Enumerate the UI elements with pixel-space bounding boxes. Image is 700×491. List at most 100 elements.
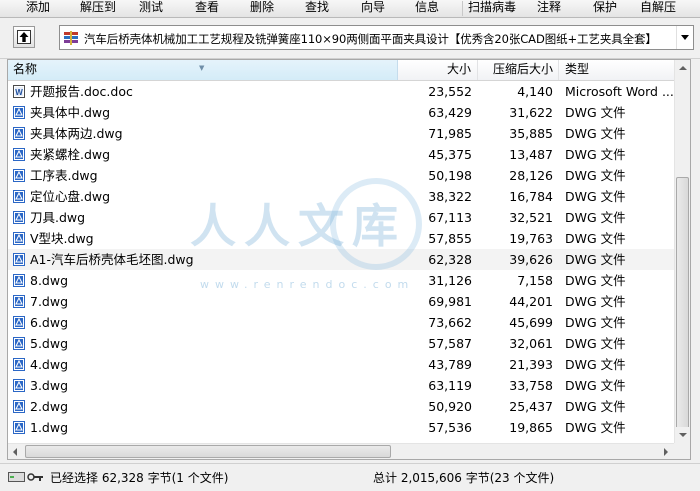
file-compressed-size: 4,140 bbox=[517, 84, 553, 99]
file-size: 73,662 bbox=[428, 315, 472, 330]
info-button[interactable]: 信息 bbox=[415, 0, 439, 16]
virus-scan-button[interactable]: 扫描病毒 bbox=[468, 0, 516, 16]
dwg-file-icon bbox=[13, 316, 25, 329]
dwg-file-icon bbox=[13, 337, 25, 350]
column-header-type[interactable]: 类型 bbox=[559, 60, 676, 80]
table-row[interactable]: 8.dwg 31,126 7,158 DWG 文件 bbox=[8, 270, 676, 291]
file-compressed-size: 19,763 bbox=[509, 231, 553, 246]
file-size: 43,789 bbox=[428, 357, 472, 372]
file-compressed-size: 39,626 bbox=[509, 252, 553, 267]
dwg-file-icon bbox=[13, 127, 25, 140]
file-type: DWG 文件 bbox=[565, 126, 626, 141]
file-type: DWG 文件 bbox=[565, 252, 626, 267]
test-button[interactable]: 测试 bbox=[139, 0, 163, 16]
table-row[interactable]: W 开题报告.doc.doc 23,552 4,140 Microsoft Word .… bbox=[8, 81, 676, 102]
add-button[interactable]: 添加 bbox=[26, 0, 50, 16]
dwg-file-icon bbox=[13, 295, 25, 308]
scroll-down-arrow-icon bbox=[679, 433, 687, 437]
column-header-compressed[interactable]: 压缩后大小 bbox=[478, 60, 559, 80]
address-path-text: 汽车后桥壳体机械加工工艺规程及铣弹簧座110×90两侧面平面夹具设计【优秀含20… bbox=[84, 32, 657, 46]
table-row[interactable]: 夹具体中.dwg 63,429 31,622 DWG 文件 bbox=[8, 102, 676, 123]
comment-button[interactable]: 注释 bbox=[537, 0, 561, 16]
svg-text:W: W bbox=[15, 88, 23, 97]
file-name: 刀具.dwg bbox=[30, 210, 86, 225]
table-row[interactable]: A1-汽车后桥壳体毛坯图.dwg 62,328 39,626 DWG 文件 bbox=[8, 249, 676, 270]
table-row[interactable]: 工序表.dwg 50,198 28,126 DWG 文件 bbox=[8, 165, 676, 186]
file-type: DWG 文件 bbox=[565, 105, 626, 120]
status-selected-text: 已经选择 62,328 字节(1 个文件) bbox=[50, 471, 229, 485]
table-row[interactable]: 2.dwg 50,920 25,437 DWG 文件 bbox=[8, 396, 676, 417]
file-type: DWG 文件 bbox=[565, 168, 626, 183]
column-header-name[interactable]: 名称 ▼ bbox=[8, 60, 398, 80]
scroll-down-button[interactable] bbox=[675, 427, 690, 443]
dwg-file-icon bbox=[13, 274, 25, 287]
dwg-file-icon bbox=[13, 379, 25, 392]
file-name: A1-汽车后桥壳体毛坯图.dwg bbox=[30, 252, 194, 267]
file-type: DWG 文件 bbox=[565, 189, 626, 204]
file-name: 5.dwg bbox=[30, 336, 69, 351]
table-row[interactable]: 夹紧螺栓.dwg 45,375 13,487 DWG 文件 bbox=[8, 144, 676, 165]
file-type: DWG 文件 bbox=[565, 399, 626, 414]
delete-button[interactable]: 删除 bbox=[250, 0, 274, 16]
file-compressed-size: 16,784 bbox=[509, 189, 553, 204]
horizontal-scrollbar[interactable] bbox=[8, 443, 676, 459]
file-size: 63,119 bbox=[428, 378, 472, 393]
up-folder-button[interactable] bbox=[13, 26, 35, 48]
file-name: 8.dwg bbox=[30, 273, 69, 288]
file-name: 1.dwg bbox=[30, 420, 69, 435]
horizontal-scroll-thumb[interactable] bbox=[25, 445, 391, 458]
view-button[interactable]: 查看 bbox=[195, 0, 219, 16]
table-row[interactable]: 夹具体两边.dwg 71,985 35,885 DWG 文件 bbox=[8, 123, 676, 144]
address-path-field[interactable]: 汽车后桥壳体机械加工工艺规程及铣弹簧座110×90两侧面平面夹具设计【优秀含20… bbox=[59, 25, 694, 50]
column-header-size[interactable]: 大小 bbox=[398, 60, 478, 80]
file-compressed-size: 32,061 bbox=[509, 336, 553, 351]
file-name: 4.dwg bbox=[30, 357, 69, 372]
find-button[interactable]: 查找 bbox=[305, 0, 329, 16]
scrollbar-corner bbox=[674, 443, 690, 459]
list-header: 名称 ▼ 大小 压缩后大小 类型 bbox=[8, 60, 676, 81]
scroll-right-arrow-icon[interactable] bbox=[664, 448, 668, 456]
protect-button[interactable]: 保护 bbox=[593, 0, 617, 16]
file-name: 工序表.dwg bbox=[30, 168, 98, 183]
scroll-up-button[interactable] bbox=[675, 60, 690, 76]
extract-to-button[interactable]: 解压到 bbox=[80, 0, 116, 16]
file-type: DWG 文件 bbox=[565, 147, 626, 162]
word-doc-icon: W bbox=[13, 85, 25, 98]
table-row[interactable]: 5.dwg 57,587 32,061 DWG 文件 bbox=[8, 333, 676, 354]
file-compressed-size: 44,201 bbox=[509, 294, 553, 309]
table-row[interactable]: 3.dwg 63,119 33,758 DWG 文件 bbox=[8, 375, 676, 396]
file-size: 57,587 bbox=[428, 336, 472, 351]
table-row[interactable]: 1.dwg 57,536 19,865 DWG 文件 bbox=[8, 417, 676, 438]
dwg-file-icon bbox=[13, 358, 25, 371]
file-type: DWG 文件 bbox=[565, 378, 626, 393]
table-row[interactable]: 刀具.dwg 67,113 32,521 DWG 文件 bbox=[8, 207, 676, 228]
file-name: 2.dwg bbox=[30, 399, 69, 414]
file-name: 开题报告.doc.doc bbox=[30, 84, 133, 99]
archive-books-icon bbox=[64, 31, 78, 45]
dwg-file-icon bbox=[13, 232, 25, 245]
file-list[interactable]: 名称 ▼ 大小 压缩后大小 类型 W 开题报告.doc.doc 23,552 4,14… bbox=[7, 59, 691, 460]
file-compressed-size: 25,437 bbox=[509, 399, 553, 414]
file-compressed-size: 13,487 bbox=[509, 147, 553, 162]
sfx-button[interactable]: 自解压 bbox=[640, 0, 676, 16]
file-name: 3.dwg bbox=[30, 378, 69, 393]
file-compressed-size: 28,126 bbox=[509, 168, 553, 183]
file-name: 夹具体中.dwg bbox=[30, 105, 111, 120]
file-size: 38,322 bbox=[428, 189, 472, 204]
table-row[interactable]: 4.dwg 43,789 21,393 DWG 文件 bbox=[8, 354, 676, 375]
up-arrow-icon bbox=[17, 30, 31, 44]
vertical-scroll-thumb[interactable] bbox=[676, 177, 689, 459]
wizard-button[interactable]: 向导 bbox=[361, 0, 385, 16]
scroll-left-arrow-icon[interactable] bbox=[13, 448, 17, 456]
table-row[interactable]: 定位心盘.dwg 38,322 16,784 DWG 文件 bbox=[8, 186, 676, 207]
table-row[interactable]: 7.dwg 69,981 44,201 DWG 文件 bbox=[8, 291, 676, 312]
table-row[interactable]: 6.dwg 73,662 45,699 DWG 文件 bbox=[8, 312, 676, 333]
table-row[interactable]: V型块.dwg 57,855 19,763 DWG 文件 bbox=[8, 228, 676, 249]
vertical-scrollbar[interactable] bbox=[674, 60, 690, 459]
file-size: 62,328 bbox=[428, 252, 472, 267]
file-name: 6.dwg bbox=[30, 315, 69, 330]
file-type: DWG 文件 bbox=[565, 294, 626, 309]
address-dropdown-button[interactable] bbox=[676, 26, 693, 49]
file-type: DWG 文件 bbox=[565, 210, 626, 225]
toolbar: 添加 解压到 测试 查看 删除 查找 向导 信息 扫描病毒 注释 保护 自解压 bbox=[0, 0, 700, 18]
